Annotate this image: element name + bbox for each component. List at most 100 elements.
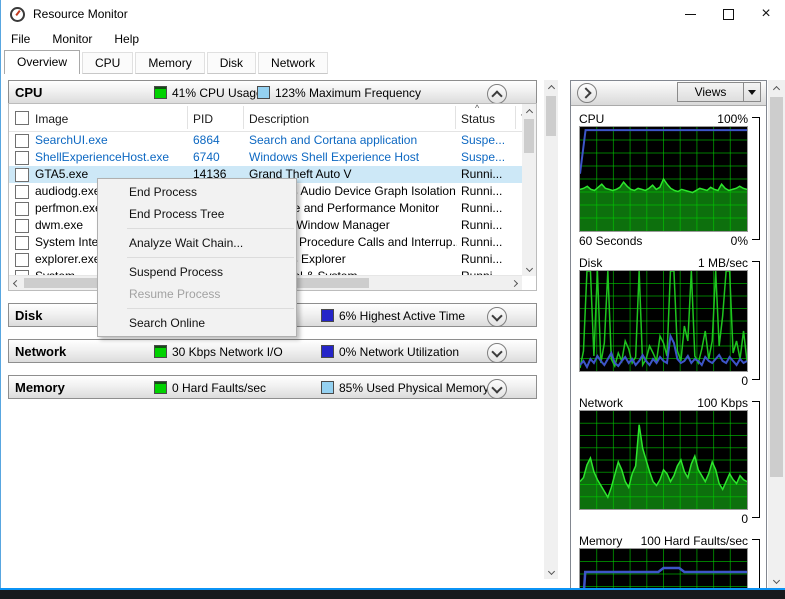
left-pane-scrollbar[interactable] xyxy=(544,80,558,579)
close-button[interactable]: × xyxy=(747,2,785,26)
maximize-button[interactable] xyxy=(709,2,747,26)
chevron-up-icon xyxy=(491,89,503,102)
disk-expand-button[interactable] xyxy=(487,307,507,327)
context-menu-item-resume-process: Resume Process xyxy=(129,287,221,301)
column-header-description[interactable]: Description xyxy=(249,112,309,126)
cpu-usage-label: 41% CPU Usage xyxy=(172,86,263,100)
menu-item-file[interactable]: File xyxy=(3,30,38,48)
select-all-checkbox[interactable] xyxy=(15,111,29,125)
scroll-up-icon[interactable] xyxy=(544,80,558,94)
column-header-image[interactable]: Image xyxy=(35,112,68,126)
used-memory-label: 85% Used Physical Memory xyxy=(339,381,490,395)
menu-item-help[interactable]: Help xyxy=(106,30,147,48)
cell-status: Runni... xyxy=(461,235,503,249)
scale-bracket xyxy=(752,117,760,240)
max-frequency-swatch-icon xyxy=(257,86,270,99)
process-context-menu: End Process End Process Tree Analyze Wait … xyxy=(97,178,297,337)
scrollbar-thumb[interactable] xyxy=(546,96,556,136)
used-memory-swatch-icon xyxy=(321,381,334,394)
memory-graph-title: Memory xyxy=(579,534,623,548)
scale-bracket xyxy=(752,261,760,380)
tab-cpu[interactable]: CPU xyxy=(82,52,134,74)
scrollbar-thumb[interactable] xyxy=(770,97,783,477)
cell-pid: 6740 xyxy=(193,150,220,164)
minimize-button[interactable] xyxy=(671,2,709,26)
hard-faults-swatch-icon xyxy=(154,381,167,394)
window-border xyxy=(0,0,1,589)
memory-graph xyxy=(580,549,747,588)
cpu-section-header[interactable]: CPU 41% CPU Usage 123% Maximum Frequency xyxy=(8,80,537,104)
scroll-up-icon[interactable] xyxy=(522,104,536,117)
disk-graph-max-label: 1 MB/sec xyxy=(697,256,748,270)
menu-separator xyxy=(127,308,294,309)
tab-overview[interactable]: Overview xyxy=(4,50,81,74)
dropdown-arrow-icon xyxy=(748,89,756,95)
memory-section-header[interactable]: Memory 0 Hard Faults/sec 85% Used Physic… xyxy=(8,375,537,399)
graphs-panel: Views CPU 100% 60 Seconds 0% Disk 1 MB/sec 0 Ne… xyxy=(570,80,767,589)
table-row[interactable]: SearchUI.exe 6864 Search and Cortana appli… xyxy=(9,132,522,149)
row-checkbox[interactable] xyxy=(15,253,29,267)
context-menu-item-end-process[interactable]: End Process xyxy=(98,181,296,203)
minimize-icon xyxy=(684,13,696,15)
disk-graph-title: Disk xyxy=(579,256,603,270)
column-header-pid[interactable]: PID xyxy=(193,112,213,126)
memory-section-title: Memory xyxy=(15,379,65,395)
cpu-collapse-button[interactable] xyxy=(487,84,507,104)
network-expand-button[interactable] xyxy=(487,343,507,363)
views-dropdown-button[interactable] xyxy=(743,83,760,101)
network-utilization-swatch-icon xyxy=(321,345,334,358)
right-pane-scrollbar[interactable] xyxy=(768,80,785,589)
menu-item-monitor[interactable]: Monitor xyxy=(44,30,100,48)
disk-graph-min-label: 0 xyxy=(741,374,748,388)
graphs-toolbar: Views xyxy=(571,81,766,106)
row-checkbox[interactable] xyxy=(15,185,29,199)
disk-active-time-label: 6% Highest Active Time xyxy=(339,309,466,323)
scroll-down-icon[interactable] xyxy=(522,263,536,276)
row-checkbox[interactable] xyxy=(15,168,29,182)
disk-graph-block: Disk 1 MB/sec 0 xyxy=(579,252,760,390)
cpu-graph-block: CPU 100% 60 Seconds 0% xyxy=(579,108,760,250)
scroll-down-icon[interactable] xyxy=(768,574,785,589)
title-bar[interactable]: Resource Monitor × xyxy=(1,0,785,28)
network-graph-min-label: 0 xyxy=(741,512,748,526)
network-section-header[interactable]: Network 30 Kbps Network I/O 0% Network U… xyxy=(8,339,537,363)
views-button[interactable]: Views xyxy=(677,82,761,102)
context-menu-item-end-process-tree[interactable]: End Process Tree xyxy=(98,203,296,225)
cpu-graph-min-label: 0% xyxy=(730,234,748,248)
cell-image: ShellExperienceHost.exe xyxy=(35,150,170,164)
cpu-graph xyxy=(580,127,747,231)
disk-active-time-swatch-icon xyxy=(321,309,334,322)
menu-bar: File Monitor Help xyxy=(1,28,785,50)
row-checkbox[interactable] xyxy=(15,151,29,165)
column-header-status[interactable]: Status xyxy=(461,112,495,126)
graphs-container: CPU 100% 60 Seconds 0% Disk 1 MB/sec 0 Network 1… xyxy=(571,108,766,588)
context-menu-item-search-online[interactable]: Search Online xyxy=(98,312,296,334)
scale-bracket xyxy=(752,401,760,518)
row-checkbox[interactable] xyxy=(15,236,29,250)
scrollbar-thumb[interactable] xyxy=(524,119,534,153)
expand-panel-button[interactable] xyxy=(577,83,597,103)
views-button-label: Views xyxy=(694,85,727,99)
resource-monitor-window: Resource Monitor × File Monitor Help Overv… xyxy=(0,0,785,599)
scroll-up-icon[interactable] xyxy=(768,80,785,95)
row-checkbox[interactable] xyxy=(15,134,29,148)
table-row[interactable]: ShellExperienceHost.exe 6740 Windows Shell… xyxy=(9,149,522,166)
context-menu-item-suspend-process[interactable]: Suspend Process xyxy=(98,261,296,283)
memory-expand-button[interactable] xyxy=(487,379,507,399)
scroll-right-icon[interactable] xyxy=(509,276,522,290)
network-io-swatch-icon xyxy=(154,345,167,358)
table-vertical-scrollbar[interactable] xyxy=(522,104,536,276)
scroll-down-icon[interactable] xyxy=(544,565,558,579)
chevron-right-icon xyxy=(580,87,592,99)
cell-description: Search and Cortana application xyxy=(249,133,418,147)
memory-graph-max-label: 100 Hard Faults/sec xyxy=(640,534,748,548)
cpu-graph-title: CPU xyxy=(579,112,605,126)
tab-memory[interactable]: Memory xyxy=(135,52,205,74)
tab-network[interactable]: Network xyxy=(258,52,329,74)
network-graph-block: Network 100 Kbps 0 xyxy=(579,392,760,528)
row-checkbox[interactable] xyxy=(15,219,29,233)
scroll-left-icon[interactable] xyxy=(9,276,22,290)
context-menu-item-analyze-wait-chain[interactable]: Analyze Wait Chain... xyxy=(98,232,296,254)
row-checkbox[interactable] xyxy=(15,202,29,216)
tab-disk[interactable]: Disk xyxy=(206,52,257,74)
